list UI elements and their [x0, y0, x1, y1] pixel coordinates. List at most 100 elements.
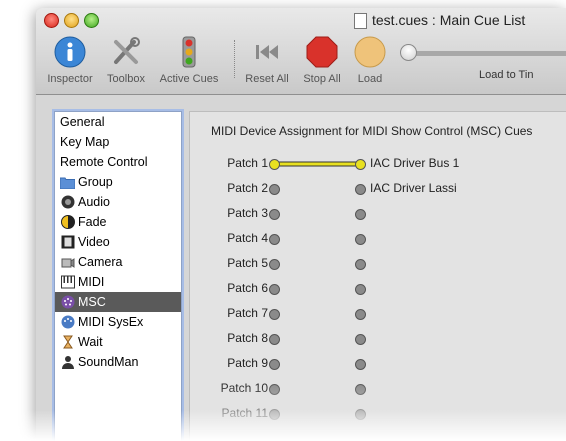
- device-input-port[interactable]: [355, 334, 366, 345]
- camera-icon: [60, 255, 75, 270]
- panel-title: MIDI Device Assignment for MIDI Show Con…: [211, 124, 533, 138]
- patch-row: Patch 8: [190, 329, 566, 349]
- main-window: test.cues : Main Cue List Inspector Tool…: [36, 8, 566, 441]
- active-cues-label: Active Cues: [159, 73, 219, 85]
- patch-output-port[interactable]: [269, 334, 280, 345]
- device-label: IAC Driver Lassi: [370, 181, 457, 195]
- device-input-port[interactable]: [355, 159, 366, 170]
- patch-row: Patch 3: [190, 204, 566, 224]
- device-input-port[interactable]: [355, 359, 366, 370]
- sidebar-item-label: Video: [78, 235, 110, 249]
- minimize-window-button[interactable]: [64, 13, 79, 28]
- close-window-button[interactable]: [44, 13, 59, 28]
- sidebar-item-label: Remote Control: [60, 155, 148, 169]
- toolbox-button[interactable]: Toolbox: [102, 36, 150, 85]
- window-title: test.cues : Main Cue List: [372, 12, 526, 28]
- midi-sysex-icon: [60, 315, 75, 330]
- sidebar-item-audio[interactable]: Audio: [55, 192, 181, 212]
- device-input-port[interactable]: [355, 259, 366, 270]
- device-label: IAC Driver Bus 1: [370, 156, 460, 170]
- stop-all-label: Stop All: [303, 73, 341, 85]
- patch-row: Patch 9: [190, 354, 566, 374]
- patch-row: Patch 5: [190, 254, 566, 274]
- sidebar-item-video[interactable]: Video: [55, 232, 181, 252]
- patch-label: Patch 5: [227, 256, 268, 270]
- settings-content: General Key Map Remote Control Group Aud…: [36, 95, 566, 441]
- patch-label: Patch 7: [227, 306, 268, 320]
- load-label: Load: [357, 73, 383, 85]
- film-icon: [60, 235, 75, 250]
- keyboard-icon: [60, 275, 75, 290]
- speaker-icon: [60, 195, 75, 210]
- device-input-port[interactable]: [355, 209, 366, 220]
- sidebar-item-fade[interactable]: Fade: [55, 212, 181, 232]
- rewind-to-start-icon: [256, 45, 278, 59]
- stop-all-button[interactable]: Stop All: [298, 36, 346, 85]
- patch-label: Patch 1: [227, 156, 268, 170]
- sidebar-item-label: Audio: [78, 195, 110, 209]
- patch-output-port[interactable]: [269, 184, 280, 195]
- folder-icon: [60, 175, 75, 190]
- device-input-port[interactable]: [355, 234, 366, 245]
- sidebar-item-wait[interactable]: Wait: [55, 332, 181, 352]
- sidebar-item-group[interactable]: Group: [55, 172, 181, 192]
- load-slider-knob[interactable]: [400, 44, 417, 61]
- patch-row: Patch 2 IAC Driver Lassi: [190, 179, 566, 199]
- sidebar-item-label: Fade: [78, 215, 107, 229]
- msc-device-panel: MIDI Device Assignment for MIDI Show Con…: [189, 111, 566, 441]
- device-input-port[interactable]: [355, 309, 366, 320]
- load-button[interactable]: Load: [350, 36, 390, 85]
- sidebar-item-label: Key Map: [60, 135, 110, 149]
- sidebar-item-camera[interactable]: Camera: [55, 252, 181, 272]
- sidebar-item-label: MIDI: [78, 275, 105, 289]
- device-input-port[interactable]: [355, 284, 366, 295]
- sidebar-item-key-map[interactable]: Key Map: [55, 132, 181, 152]
- patch-output-port[interactable]: [269, 284, 280, 295]
- sidebar-item-label: MSC: [78, 295, 106, 309]
- stop-sign-icon: [306, 36, 338, 68]
- active-cues-button[interactable]: Active Cues: [156, 36, 222, 85]
- sidebar-item-remote-control[interactable]: Remote Control: [55, 152, 181, 172]
- sidebar-item-msc[interactable]: MSC: [55, 292, 181, 312]
- info-icon: [54, 36, 86, 68]
- patch-row: Patch 4: [190, 229, 566, 249]
- patch-output-port[interactable]: [269, 234, 280, 245]
- patch-label: Patch 3: [227, 206, 268, 220]
- toolbox-label: Toolbox: [107, 73, 145, 85]
- sidebar-item-general[interactable]: General: [55, 112, 181, 132]
- midi-connector-icon: [60, 295, 75, 310]
- sidebar-item-midi-sysex[interactable]: MIDI SysEx: [55, 312, 181, 332]
- fade-icon: [60, 215, 75, 230]
- toolbar-separator: [234, 40, 235, 78]
- patch-output-port[interactable]: [269, 159, 280, 170]
- traffic-light-icon: [182, 36, 196, 68]
- title-bar: test.cues : Main Cue List Inspector Tool…: [36, 8, 566, 95]
- bottom-fade: [0, 410, 566, 441]
- load-slider-track[interactable]: [408, 51, 566, 56]
- sidebar-item-label: Wait: [78, 335, 103, 349]
- sidebar-item-label: Camera: [78, 255, 123, 269]
- reset-all-button[interactable]: Reset All: [242, 36, 292, 85]
- patch-row: Patch 7: [190, 304, 566, 324]
- patch-output-port[interactable]: [269, 359, 280, 370]
- patch-output-port[interactable]: [269, 309, 280, 320]
- reset-all-label: Reset All: [245, 73, 289, 85]
- patch-row: Patch 1 IAC Driver Bus 1: [190, 154, 566, 174]
- device-input-port[interactable]: [355, 184, 366, 195]
- inspector-button[interactable]: Inspector: [42, 36, 98, 85]
- patch-output-port[interactable]: [269, 209, 280, 220]
- settings-sidebar: General Key Map Remote Control Group Aud…: [54, 111, 182, 441]
- patch-label: Patch 9: [227, 356, 268, 370]
- load-to-time-label: Load to Tin: [479, 69, 534, 81]
- hourglass-icon: [60, 335, 75, 350]
- inspector-label: Inspector: [47, 73, 93, 85]
- sidebar-item-midi[interactable]: MIDI: [55, 272, 181, 292]
- patch-label: Patch 4: [227, 231, 268, 245]
- patch-row: Patch 6: [190, 279, 566, 299]
- load-circle-icon: [354, 36, 386, 68]
- sidebar-item-soundman[interactable]: SoundMan: [55, 352, 181, 372]
- patch-label: Patch 6: [227, 281, 268, 295]
- zoom-window-button[interactable]: [84, 13, 99, 28]
- patch-label: Patch 8: [227, 331, 268, 345]
- patch-output-port[interactable]: [269, 259, 280, 270]
